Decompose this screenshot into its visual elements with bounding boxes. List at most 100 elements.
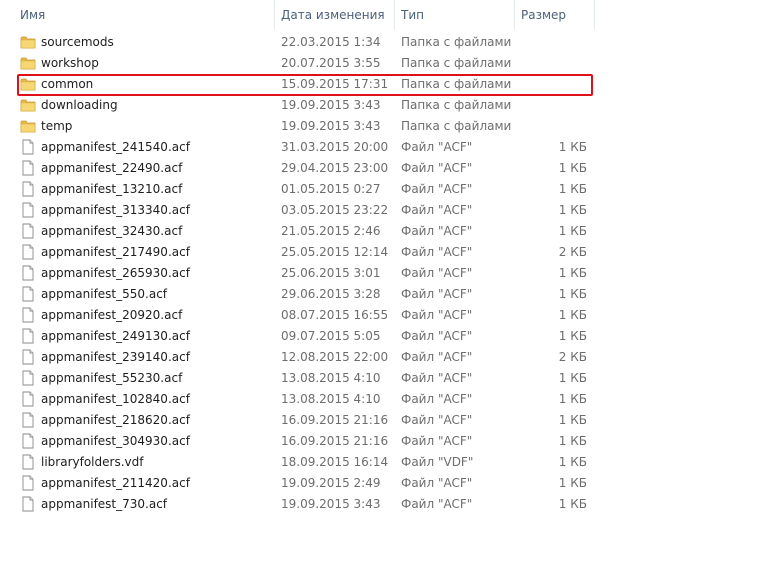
file-icon xyxy=(20,370,36,386)
file-row[interactable]: appmanifest_730.acf 19.09.2015 3:43 Файл "… xyxy=(0,494,765,515)
file-name: appmanifest_22490.acf xyxy=(41,161,183,175)
file-date: 29.04.2015 23:00 xyxy=(281,161,389,175)
column-header-date[interactable]: Дата изменения xyxy=(275,0,393,30)
file-name: sourcemods xyxy=(41,35,114,49)
file-row[interactable]: appmanifest_217490.acf 25.05.2015 12:14 Фа… xyxy=(0,242,765,263)
file-type: Файл "ACF" xyxy=(401,287,473,301)
file-size xyxy=(517,74,587,95)
folder-row[interactable]: sourcemods 22.03.2015 1:34 Папка с файлами xyxy=(0,32,765,53)
file-row[interactable]: libraryfolders.vdf 18.09.2015 16:14 Файл "… xyxy=(0,452,765,473)
column-header-type[interactable]: Тип xyxy=(395,0,513,30)
column-divider[interactable] xyxy=(594,0,595,30)
file-name: downloading xyxy=(41,98,118,112)
folder-icon xyxy=(20,55,36,71)
file-type: Файл "VDF" xyxy=(401,455,474,469)
file-icon xyxy=(20,139,36,155)
file-name: appmanifest_550.acf xyxy=(41,287,168,301)
file-icon xyxy=(20,433,36,449)
file-date: 16.09.2015 21:16 xyxy=(281,434,389,448)
file-size: 1 КБ xyxy=(558,203,587,217)
file-row[interactable]: appmanifest_239140.acf 12.08.2015 22:00 Фа… xyxy=(0,347,765,368)
file-type: Файл "ACF" xyxy=(401,329,473,343)
file-name: appmanifest_13210.acf xyxy=(41,182,183,196)
file-row[interactable]: appmanifest_22490.acf 29.04.2015 23:00 Фай… xyxy=(0,158,765,179)
file-type: Файл "ACF" xyxy=(401,224,473,238)
file-size: 1 КБ xyxy=(558,392,587,406)
file-icon xyxy=(20,475,36,491)
file-row[interactable]: appmanifest_218620.acf 16.09.2015 21:16 Фа… xyxy=(0,410,765,431)
file-size: 1 КБ xyxy=(558,329,587,343)
column-header-size[interactable]: Размер xyxy=(515,0,593,30)
file-icon xyxy=(20,412,36,428)
file-row[interactable]: appmanifest_304930.acf 16.09.2015 21:16 Фа… xyxy=(0,431,765,452)
file-name: appmanifest_265930.acf xyxy=(41,266,190,280)
file-date: 08.07.2015 16:55 xyxy=(281,308,389,322)
file-date: 13.08.2015 4:10 xyxy=(281,392,381,406)
file-row[interactable]: appmanifest_265930.acf 25.06.2015 3:01 Фай… xyxy=(0,263,765,284)
file-type: Файл "ACF" xyxy=(401,140,473,154)
file-icon xyxy=(20,307,36,323)
file-date: 19.09.2015 3:43 xyxy=(281,119,381,133)
folder-row[interactable]: downloading 19.09.2015 3:43 Папка с файлам… xyxy=(0,95,765,116)
file-type: Папка с файлами xyxy=(401,35,512,49)
file-row[interactable]: appmanifest_20920.acf 08.07.2015 16:55 Фай… xyxy=(0,305,765,326)
file-size xyxy=(517,116,587,137)
file-size: 1 КБ xyxy=(558,140,587,154)
file-icon xyxy=(20,265,36,281)
column-header-bar: Имя Дата изменения Тип Размер xyxy=(0,0,765,30)
file-date: 18.09.2015 16:14 xyxy=(281,455,389,469)
file-row[interactable]: appmanifest_102840.acf 13.08.2015 4:10 Фай… xyxy=(0,389,765,410)
file-size: 1 КБ xyxy=(558,371,587,385)
file-row[interactable]: appmanifest_13210.acf 01.05.2015 0:27 Файл… xyxy=(0,179,765,200)
file-type: Папка с файлами xyxy=(401,98,512,112)
column-header-name[interactable]: Имя xyxy=(14,0,272,30)
file-date: 22.03.2015 1:34 xyxy=(281,35,381,49)
file-date: 01.05.2015 0:27 xyxy=(281,182,381,196)
file-name: appmanifest_20920.acf xyxy=(41,308,183,322)
file-name: common xyxy=(41,77,94,91)
file-type: Файл "ACF" xyxy=(401,350,473,364)
file-size: 2 КБ xyxy=(558,245,587,259)
file-size: 1 КБ xyxy=(558,266,587,280)
file-row[interactable]: appmanifest_249130.acf 09.07.2015 5:05 Фай… xyxy=(0,326,765,347)
file-row[interactable]: appmanifest_55230.acf 13.08.2015 4:10 Файл… xyxy=(0,368,765,389)
file-type: Папка с файлами xyxy=(401,119,512,133)
folder-row[interactable]: workshop 20.07.2015 3:55 Папка с файлами xyxy=(0,53,765,74)
file-icon xyxy=(20,328,36,344)
file-row[interactable]: appmanifest_550.acf 29.06.2015 3:28 Файл "… xyxy=(0,284,765,305)
file-name: appmanifest_32430.acf xyxy=(41,224,183,238)
file-date: 12.08.2015 22:00 xyxy=(281,350,389,364)
file-size: 1 КБ xyxy=(558,182,587,196)
file-icon xyxy=(20,181,36,197)
file-icon xyxy=(20,391,36,407)
file-size xyxy=(517,95,587,116)
file-row[interactable]: appmanifest_241540.acf 31.03.2015 20:00 Фа… xyxy=(0,137,765,158)
file-name: appmanifest_55230.acf xyxy=(41,371,183,385)
file-size xyxy=(517,53,587,74)
file-name: appmanifest_218620.acf xyxy=(41,413,190,427)
file-type: Файл "ACF" xyxy=(401,434,473,448)
file-icon xyxy=(20,202,36,218)
file-type: Файл "ACF" xyxy=(401,308,473,322)
file-name: temp xyxy=(41,119,73,133)
file-date: 25.06.2015 3:01 xyxy=(281,266,381,280)
file-date: 09.07.2015 5:05 xyxy=(281,329,381,343)
file-size: 2 КБ xyxy=(558,350,587,364)
file-type: Файл "ACF" xyxy=(401,266,473,280)
file-icon xyxy=(20,286,36,302)
file-icon xyxy=(20,496,36,512)
file-row[interactable]: appmanifest_313340.acf 03.05.2015 23:22 Фа… xyxy=(0,200,765,221)
folder-row[interactable]: temp 19.09.2015 3:43 Папка с файлами xyxy=(0,116,765,137)
file-date: 13.08.2015 4:10 xyxy=(281,371,381,385)
file-size: 1 КБ xyxy=(558,161,587,175)
file-date: 15.09.2015 17:31 xyxy=(281,77,389,91)
file-row[interactable]: appmanifest_32430.acf 21.05.2015 2:46 Файл… xyxy=(0,221,765,242)
file-type: Файл "ACF" xyxy=(401,413,473,427)
file-type: Файл "ACF" xyxy=(401,371,473,385)
file-size: 1 КБ xyxy=(558,224,587,238)
file-date: 19.09.2015 2:49 xyxy=(281,476,381,490)
file-icon xyxy=(20,244,36,260)
folder-row[interactable]: common 15.09.2015 17:31 Папка с файлами xyxy=(0,74,765,95)
file-date: 16.09.2015 21:16 xyxy=(281,413,389,427)
file-row[interactable]: appmanifest_211420.acf 19.09.2015 2:49 Фай… xyxy=(0,473,765,494)
